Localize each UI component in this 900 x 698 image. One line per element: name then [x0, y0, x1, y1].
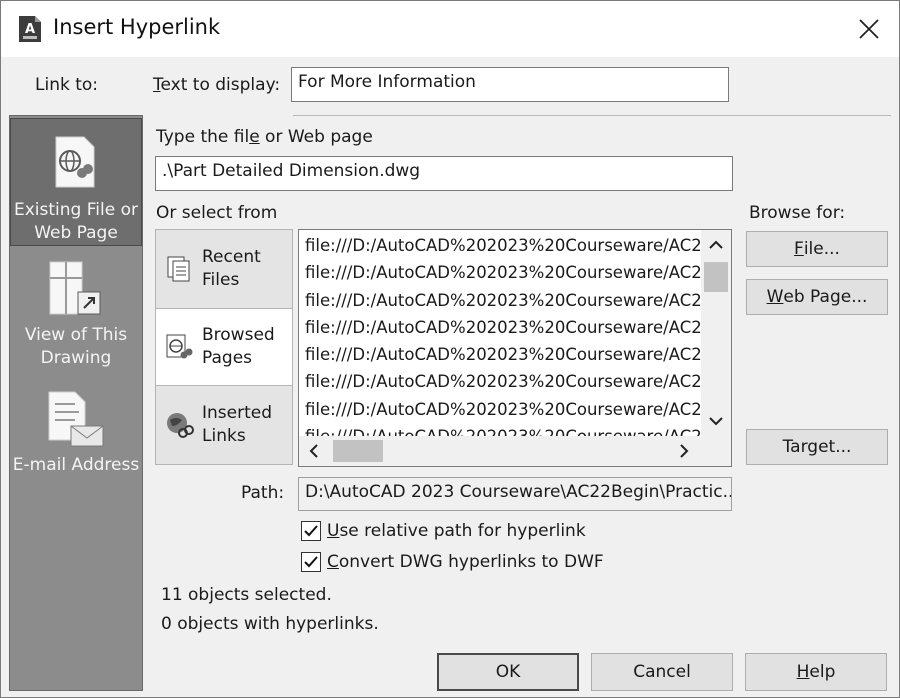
browsed-pages-line2: Pages [202, 348, 253, 368]
path-label: Path: [241, 483, 285, 503]
convert-dwf-label[interactable]: Convert DWG hyperlinks to DWF [327, 552, 604, 572]
list-item[interactable]: file:///D:/AutoCAD%202023%20Courseware/A… [305, 259, 703, 286]
close-button[interactable] [849, 11, 889, 47]
drawing-view-icon [49, 261, 101, 315]
link-to-view-of-drawing[interactable]: View of This Drawing [10, 258, 142, 378]
close-icon [859, 19, 879, 39]
email-icon [48, 391, 104, 447]
list-item[interactable]: file:///D:/AutoCAD%202023%20Courseware/A… [305, 396, 703, 423]
inserted-links-button[interactable]: Inserted Links [156, 386, 292, 464]
separator [293, 115, 891, 116]
file-or-webpage-input[interactable]: .\Part Detailed Dimension.dwg [155, 156, 733, 191]
relative-path-checkbox[interactable] [301, 521, 321, 541]
link-to-email-label: E-mail Address [12, 455, 140, 475]
browsed-pages-line1: Browsed [202, 325, 275, 345]
list-item[interactable]: file:///D:/AutoCAD%202023%20Courseware/A… [305, 314, 703, 341]
checkmark-icon [304, 525, 318, 537]
checkmark-icon [304, 556, 318, 568]
horizontal-scroll-thumb[interactable] [333, 440, 383, 462]
path-field: D:\AutoCAD 2023 Courseware\AC22Begin\Pra… [298, 477, 732, 511]
recent-files-icon [167, 256, 190, 282]
relative-path-label[interactable]: Use relative path for hyperlink [327, 521, 586, 541]
list-item[interactable]: file:///D:/AutoCAD%202023%20Courseware/A… [305, 232, 703, 259]
vertical-scroll-thumb[interactable] [704, 262, 728, 292]
scroll-left-button[interactable] [299, 436, 329, 466]
recent-files-line2: Files [202, 270, 240, 290]
browse-web-page-button[interactable]: Web Page... [746, 279, 888, 315]
web-page-file-icon [55, 136, 95, 188]
inserted-links-icon [167, 413, 194, 438]
list-item[interactable]: file:///D:/AutoCAD%202023%20Courseware/A… [305, 368, 703, 395]
help-button[interactable]: Help [745, 653, 887, 691]
scroll-up-button[interactable] [701, 230, 731, 260]
select-from-label: Or select from [156, 203, 278, 223]
browsed-pages-list[interactable]: file:///D:/AutoCAD%202023%20Courseware/A… [298, 229, 732, 467]
link-to-existing-file[interactable]: Existing File or Web Page [10, 118, 142, 246]
link-to-view-line1: View of This [24, 325, 128, 345]
convert-dwf-checkbox[interactable] [301, 552, 321, 572]
link-to-label: Link to: [35, 75, 99, 95]
chevron-right-icon [680, 444, 689, 458]
text-to-display-input[interactable]: For More Information [291, 67, 729, 102]
recent-files-button[interactable]: Recent Files [156, 230, 292, 308]
file-or-webpage-label: Type the file or Web page [156, 127, 373, 147]
target-button[interactable]: Target... [746, 429, 888, 465]
chevron-down-icon [709, 417, 723, 426]
ok-button[interactable]: OK [437, 653, 579, 691]
text-to-display-label: Text to display: [153, 75, 281, 95]
list-item[interactable]: file:///D:/AutoCAD%202023%20Courseware/A… [305, 287, 703, 314]
objects-with-hyperlinks-status: 0 objects with hyperlinks. [161, 614, 379, 634]
horizontal-scrollbar[interactable] [299, 436, 731, 466]
autocad-app-icon: A [19, 16, 41, 42]
link-to-view-line2: Drawing [40, 348, 112, 368]
scroll-right-button[interactable] [669, 436, 699, 466]
recent-files-line1: Recent [202, 247, 261, 267]
link-to-existing-file-line1: Existing File or [14, 200, 138, 220]
browse-file-button[interactable]: File... [746, 231, 888, 267]
objects-selected-status: 11 objects selected. [161, 585, 332, 605]
dialog-title: Insert Hyperlink [53, 15, 221, 39]
chevron-up-icon [709, 240, 723, 249]
inserted-links-line2: Links [202, 426, 246, 446]
select-from-panel: Recent Files Browsed Pages Inserted Links [155, 229, 293, 465]
inserted-links-line1: Inserted [202, 403, 273, 423]
link-to-existing-file-line2: Web Page [34, 223, 118, 243]
svg-text:A: A [25, 22, 35, 37]
scroll-down-button[interactable] [701, 406, 731, 436]
link-to-email-address[interactable]: E-mail Address [10, 388, 142, 488]
link-to-panel: Existing File or Web Page View of This D… [9, 115, 143, 691]
list-item[interactable]: file:///D:/AutoCAD%202023%20Courseware/A… [305, 341, 703, 368]
browsed-pages-icon [166, 334, 193, 359]
browse-for-label: Browse for: [749, 203, 846, 223]
vertical-scrollbar[interactable] [701, 230, 731, 436]
browsed-pages-button[interactable]: Browsed Pages [156, 308, 292, 386]
cancel-button[interactable]: Cancel [591, 653, 733, 691]
title-bar: A Insert Hyperlink [1, 1, 899, 57]
insert-hyperlink-dialog: A Insert Hyperlink Link to: Existing Fil… [0, 0, 900, 698]
chevron-left-icon [309, 444, 318, 458]
